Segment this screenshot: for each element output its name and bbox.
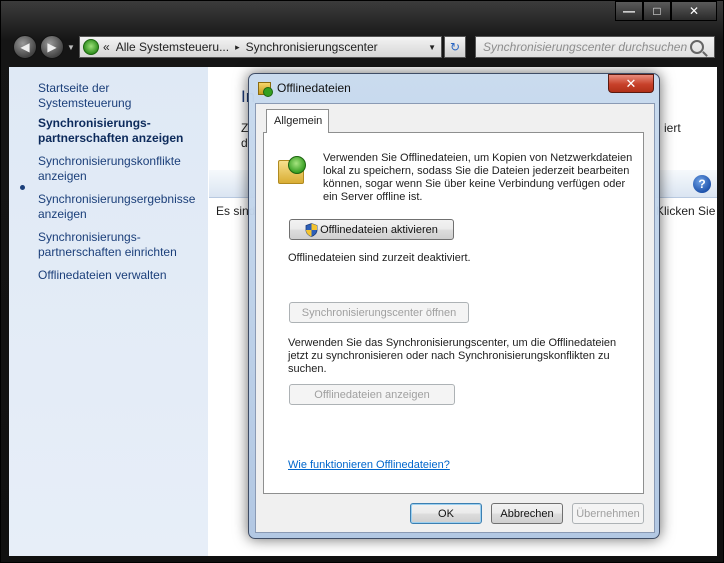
breadcrumb-control-panel[interactable]: Alle Systemsteueru... bbox=[116, 40, 229, 54]
chevron-right-icon[interactable]: ▸ bbox=[235, 42, 240, 53]
dialog-close-button[interactable]: ✕ bbox=[608, 74, 654, 93]
sync-center-description: Verwenden Sie das Synchronisierungscente… bbox=[288, 337, 617, 375]
page-intro-text-right: iert bbox=[664, 121, 681, 135]
sync-center-icon bbox=[83, 39, 99, 55]
caption-buttons: — □ ✕ bbox=[615, 1, 717, 21]
sidebar-item-setup-partnerships[interactable]: Synchronisierungs-partnerschaften einric… bbox=[38, 230, 188, 260]
refresh-icon: ↻ bbox=[449, 40, 461, 54]
ok-button[interactable]: OK bbox=[410, 503, 482, 524]
back-button[interactable]: ◀ bbox=[13, 35, 37, 59]
dialog-body: Allgemein Verwenden Sie Offlinedateien, … bbox=[255, 103, 655, 533]
sidebar-item-view-conflicts[interactable]: Synchronisierungskonflikte anzeigen bbox=[38, 154, 198, 184]
search-icon[interactable] bbox=[690, 40, 704, 54]
sidebar-item-view-results[interactable]: Synchronisierungsergebnisse anzeigen bbox=[38, 192, 203, 222]
maximize-button[interactable]: □ bbox=[643, 1, 671, 21]
recent-pages-dropdown[interactable]: ▼ bbox=[67, 43, 75, 52]
refresh-button[interactable]: ↻ bbox=[444, 36, 466, 58]
search-box[interactable] bbox=[475, 36, 715, 58]
help-link[interactable]: Wie funktionieren Offlinedateien? bbox=[288, 459, 450, 471]
apply-button[interactable]: Übernehmen bbox=[572, 503, 644, 524]
uac-shield-icon bbox=[305, 222, 318, 237]
search-input[interactable] bbox=[476, 40, 688, 54]
view-offline-files-button[interactable]: Offlinedateien anzeigen bbox=[289, 384, 455, 405]
breadcrumb-sync-center[interactable]: Synchronisierungscenter bbox=[246, 40, 378, 54]
empty-list-message-right: Klicken Sie bbox=[656, 204, 716, 218]
offline-files-status: Offlinedateien sind zurzeit deaktiviert. bbox=[288, 252, 471, 264]
close-button[interactable]: ✕ bbox=[671, 1, 717, 21]
offline-files-description: Verwenden Sie Offlinedateien, um Kopien … bbox=[323, 152, 633, 203]
bullet-icon bbox=[20, 185, 25, 190]
open-sync-center-button[interactable]: Synchronisierungscenter öffnen bbox=[289, 302, 469, 323]
dialog-title: Offlinedateien bbox=[277, 81, 351, 95]
sidebar-item-manage-offline-files[interactable]: Offlinedateien verwalten bbox=[38, 268, 206, 283]
arrow-left-icon: ◀ bbox=[20, 40, 30, 54]
path-overflow[interactable]: « bbox=[103, 40, 110, 54]
sync-folder-icon bbox=[278, 156, 306, 186]
sidebar-item-control-panel-home[interactable]: Startseite der Systemsteuerung bbox=[38, 81, 206, 111]
forward-button[interactable]: ▶ bbox=[40, 35, 64, 59]
arrow-right-icon: ▶ bbox=[47, 40, 57, 54]
sidebar-item-view-partnerships[interactable]: Synchronisierungs-partnerschaften anzeig… bbox=[38, 116, 198, 146]
page-intro-text-2: d bbox=[241, 136, 248, 150]
minimize-button[interactable]: — bbox=[615, 1, 643, 21]
tab-panel-general: Verwenden Sie Offlinedateien, um Kopien … bbox=[263, 132, 644, 494]
offline-files-dialog: Offlinedateien ✕ Allgemein Verwenden Sie… bbox=[248, 73, 660, 539]
offline-files-icon bbox=[258, 82, 273, 97]
tab-general[interactable]: Allgemein bbox=[266, 109, 329, 133]
help-icon[interactable]: ? bbox=[693, 175, 711, 193]
activate-offline-files-label: Offlinedateien aktivieren bbox=[320, 223, 438, 236]
sidebar: Startseite der Systemsteuerung Synchroni… bbox=[9, 67, 208, 556]
activate-offline-files-button[interactable]: Offlinedateien aktivieren bbox=[289, 219, 454, 240]
cancel-button[interactable]: Abbrechen bbox=[491, 503, 563, 524]
chevron-down-icon[interactable]: ▼ bbox=[428, 43, 436, 52]
address-bar[interactable]: « Alle Systemsteueru... ▸ Synchronisieru… bbox=[79, 36, 442, 58]
